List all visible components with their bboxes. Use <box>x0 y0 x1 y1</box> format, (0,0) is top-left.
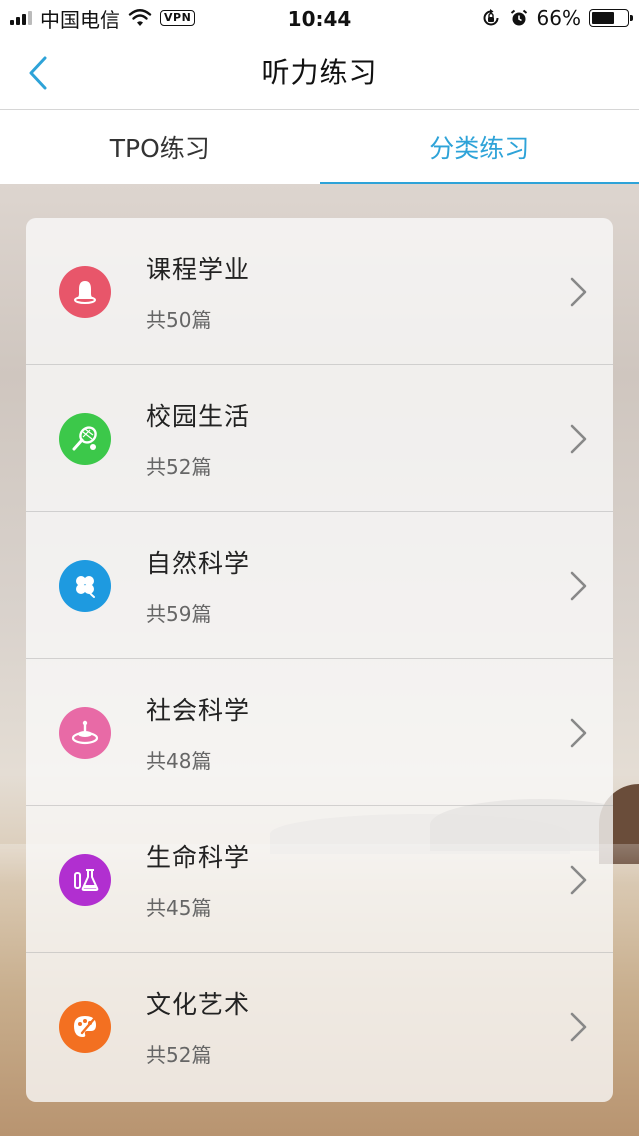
status-left: 中国电信 VPN <box>10 0 196 36</box>
category-row-social-science[interactable]: 社会科学 共48篇 <box>26 659 613 806</box>
category-title: 自然科学 <box>146 549 251 578</box>
chevron-right-icon <box>570 1012 587 1042</box>
tab-tpo[interactable]: TPO练习 <box>0 110 320 184</box>
chevron-right-icon <box>570 424 587 454</box>
rotation-lock-icon <box>483 9 499 26</box>
status-bar: 中国电信 VPN 10:44 66% <box>0 0 639 36</box>
battery-fill <box>592 12 615 24</box>
back-button[interactable] <box>14 50 62 96</box>
category-count: 共52篇 <box>146 455 212 479</box>
palette-icon <box>59 1001 111 1053</box>
category-list: 课程学业 共50篇 校园生活 共52篇 自然科学 共59篇 社会科学 共48篇 … <box>26 218 613 1102</box>
battery-icon <box>589 9 633 27</box>
category-row-campus[interactable]: 校园生活 共52篇 <box>26 365 613 512</box>
category-title: 课程学业 <box>146 255 251 284</box>
chevron-left-icon <box>29 56 47 90</box>
category-row-life-science[interactable]: 生命科学 共45篇 <box>26 806 613 953</box>
tab-category[interactable]: 分类练习 <box>319 110 639 184</box>
tennis-racket-icon <box>59 413 111 465</box>
category-title: 校园生活 <box>146 402 251 431</box>
signal-icon <box>10 11 32 25</box>
category-count: 共48篇 <box>146 749 212 773</box>
chevron-right-icon <box>570 718 587 748</box>
tab-bar: TPO练习 分类练习 <box>0 110 639 184</box>
category-title: 文化艺术 <box>146 990 251 1019</box>
category-title: 社会科学 <box>146 696 251 725</box>
bell-icon <box>59 266 111 318</box>
category-row-culture-arts[interactable]: 文化艺术 共52篇 <box>26 953 613 1100</box>
nav-bar: 听力练习 <box>0 36 639 110</box>
vpn-badge: VPN <box>160 10 196 26</box>
wifi-icon <box>128 9 152 26</box>
globe-stand-icon <box>59 707 111 759</box>
category-title: 生命科学 <box>146 843 251 872</box>
category-count: 共52篇 <box>146 1043 212 1067</box>
category-count: 共50篇 <box>146 308 212 332</box>
flask-icon <box>59 854 111 906</box>
category-row-course[interactable]: 课程学业 共50篇 <box>26 218 613 365</box>
chevron-right-icon <box>570 865 587 895</box>
battery-percent: 66% <box>536 6 581 30</box>
category-count: 共59篇 <box>146 602 212 626</box>
category-count: 共45篇 <box>146 896 212 920</box>
clover-icon <box>59 560 111 612</box>
carrier-label: 中国电信 <box>40 7 120 32</box>
category-row-natural-science[interactable]: 自然科学 共59篇 <box>26 512 613 659</box>
status-right: 66% <box>481 0 633 36</box>
page-title: 听力练习 <box>261 56 378 89</box>
chevron-right-icon <box>570 571 587 601</box>
alarm-icon <box>510 9 527 26</box>
chevron-right-icon <box>570 277 587 307</box>
